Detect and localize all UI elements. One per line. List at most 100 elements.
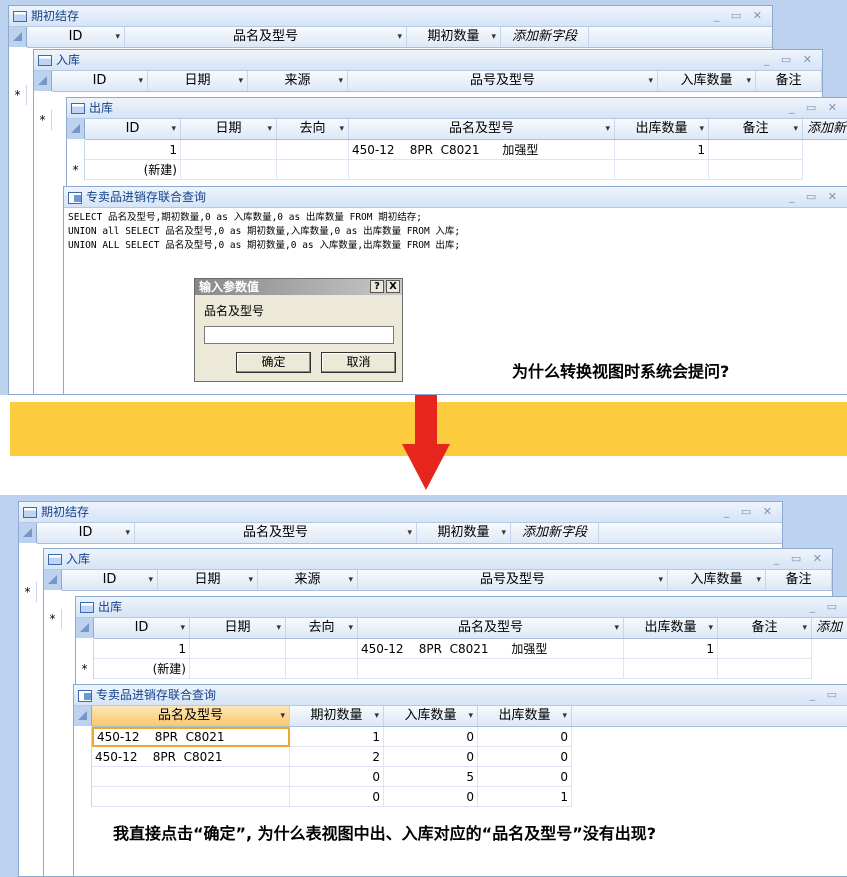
- window-titlebar[interactable]: 期初结存 _ ▭ ✕: [19, 502, 782, 523]
- col-header-spec[interactable]: 品名及型号 ▾: [358, 618, 624, 638]
- col-header-opening-qty[interactable]: 期初数量 ▾: [417, 523, 511, 543]
- parameter-input[interactable]: [204, 326, 394, 344]
- cell-inbound-qty[interactable]: 5: [384, 767, 478, 787]
- window-controls[interactable]: _ ▭ ✕: [724, 502, 776, 522]
- col-header-spec[interactable]: 品名及型号 ▾: [92, 706, 290, 726]
- cell-new-record[interactable]: (新建): [85, 160, 181, 180]
- window-titlebar[interactable]: 出库 _ ▭: [76, 597, 847, 618]
- col-header-outbound-qty[interactable]: 出库数量 ▾: [615, 119, 709, 139]
- col-header-inbound-qty[interactable]: 入库数量 ▾: [668, 570, 766, 590]
- cell-spec[interactable]: 450-12 8PR C8021 加强型: [349, 140, 615, 160]
- cell-spec[interactable]: 450-12 8PR C8021: [92, 747, 290, 767]
- cell-new-record[interactable]: (新建): [94, 659, 190, 679]
- sql-editor[interactable]: SELECT 品名及型号,期初数量,0 as 入库数量,0 as 出库数量 FR…: [68, 211, 460, 253]
- col-header-inbound-qty[interactable]: 入库数量 ▾: [384, 706, 478, 726]
- cell-outbound-qty[interactable]: 0: [478, 767, 572, 787]
- window-controls[interactable]: _ ▭ ✕: [764, 50, 816, 70]
- col-header-add-field[interactable]: 添加新字段: [501, 27, 589, 47]
- select-all-corner[interactable]: [44, 570, 62, 590]
- cell-opening-qty[interactable]: 2: [290, 747, 384, 767]
- col-header-id[interactable]: ID ▾: [37, 523, 135, 543]
- cell-spec[interactable]: [92, 767, 290, 787]
- window-controls[interactable]: _ ▭ ✕: [789, 98, 841, 118]
- col-header-spec[interactable]: 品名及型号 ▾: [135, 523, 417, 543]
- cell-note[interactable]: [718, 639, 812, 659]
- window-controls[interactable]: _ ▭ ✕: [774, 549, 826, 569]
- col-header-add-field[interactable]: 添加新: [803, 119, 847, 139]
- col-header-date[interactable]: 日期 ▾: [148, 71, 248, 91]
- cell-destination[interactable]: [277, 160, 349, 180]
- col-header-date[interactable]: 日期 ▾: [181, 119, 277, 139]
- cell-spec[interactable]: 450-12 8PR C8021 加强型: [358, 639, 624, 659]
- col-header-opening-qty[interactable]: 期初数量 ▾: [407, 27, 501, 47]
- cell-opening-qty[interactable]: 1: [290, 727, 384, 747]
- col-header-outbound-qty[interactable]: 出库数量 ▾: [478, 706, 572, 726]
- cell-date[interactable]: [190, 639, 286, 659]
- cell-inbound-qty[interactable]: 0: [384, 727, 478, 747]
- window-controls[interactable]: _ ▭ ✕: [789, 187, 841, 207]
- cell-outbound-qty[interactable]: 0: [478, 727, 572, 747]
- select-all-corner[interactable]: [67, 119, 85, 139]
- row-selector[interactable]: [74, 727, 92, 747]
- cell-outbound-qty[interactable]: [624, 659, 718, 679]
- cell-inbound-qty[interactable]: 0: [384, 787, 478, 807]
- col-header-spec[interactable]: 品名及型号 ▾: [125, 27, 407, 47]
- col-header-id[interactable]: ID ▾: [27, 27, 125, 47]
- row-selector[interactable]: [74, 767, 92, 787]
- window-titlebar[interactable]: 入库 _ ▭ ✕: [44, 549, 832, 570]
- cell-outbound-qty[interactable]: 0: [478, 747, 572, 767]
- select-all-corner[interactable]: [34, 71, 52, 91]
- col-header-opening-qty[interactable]: 期初数量 ▾: [290, 706, 384, 726]
- col-header-inbound-qty[interactable]: 入库数量 ▾: [658, 71, 756, 91]
- col-header-date[interactable]: 日期 ▾: [190, 618, 286, 638]
- window-controls[interactable]: _ ▭: [810, 597, 841, 617]
- cell-spec[interactable]: [92, 787, 290, 807]
- help-icon[interactable]: ?: [370, 280, 384, 293]
- cancel-button[interactable]: 取消: [321, 352, 396, 373]
- col-header-id[interactable]: ID ▾: [52, 71, 148, 91]
- cell-inbound-qty[interactable]: 0: [384, 747, 478, 767]
- window-controls[interactable]: _ ▭: [810, 685, 841, 705]
- cell-date[interactable]: [190, 659, 286, 679]
- cell-opening-qty[interactable]: 0: [290, 787, 384, 807]
- cell-date[interactable]: [181, 140, 277, 160]
- col-header-note[interactable]: 备注 ▾: [718, 618, 812, 638]
- col-header-note[interactable]: 备注: [756, 71, 822, 91]
- col-header-spec[interactable]: 品号及型号 ▾: [348, 71, 658, 91]
- col-header-date[interactable]: 日期 ▾: [158, 570, 258, 590]
- col-header-note[interactable]: 备注 ▾: [709, 119, 803, 139]
- cell-destination[interactable]: [286, 659, 358, 679]
- cell-outbound-qty[interactable]: 1: [615, 140, 709, 160]
- col-header-spec[interactable]: 品号及型号 ▾: [358, 570, 668, 590]
- cell-destination[interactable]: [277, 140, 349, 160]
- cell-note[interactable]: [709, 160, 803, 180]
- col-header-source[interactable]: 来源 ▾: [248, 71, 348, 91]
- window-titlebar[interactable]: 专卖品进销存联合查询 _ ▭: [74, 685, 847, 706]
- col-header-destination[interactable]: 去向 ▾: [277, 119, 349, 139]
- cell-note[interactable]: [718, 659, 812, 679]
- parameter-dialog[interactable]: 输入参数值 ? X 品名及型号 确定 取消: [194, 278, 403, 382]
- cell-date[interactable]: [181, 160, 277, 180]
- col-header-spec[interactable]: 品名及型号 ▾: [349, 119, 615, 139]
- window-controls[interactable]: _ ▭ ✕: [714, 6, 766, 26]
- col-header-source[interactable]: 来源 ▾: [258, 570, 358, 590]
- row-selector[interactable]: [74, 787, 92, 807]
- select-all-corner[interactable]: [9, 27, 27, 47]
- cell-note[interactable]: [709, 140, 803, 160]
- window-titlebar[interactable]: 出库 _ ▭ ✕: [67, 98, 847, 119]
- query-window-datasheet-view[interactable]: 专卖品进销存联合查询 _ ▭ 品名及型号 ▾ 期初数量 ▾ 入库数量 ▾ 出库数量 ▾ 4…: [73, 684, 847, 877]
- window-titlebar[interactable]: 专卖品进销存联合查询 _ ▭ ✕: [64, 187, 847, 208]
- select-all-corner[interactable]: [74, 706, 92, 726]
- select-all-corner[interactable]: [76, 618, 94, 638]
- cell-outbound-qty[interactable]: 1: [478, 787, 572, 807]
- cell-spec[interactable]: [349, 160, 615, 180]
- col-header-add-field[interactable]: 添加: [812, 618, 847, 638]
- cell-id[interactable]: 1: [85, 140, 181, 160]
- col-header-note[interactable]: 备注: [766, 570, 832, 590]
- cell-outbound-qty[interactable]: 1: [624, 639, 718, 659]
- query-window-sql-view[interactable]: 专卖品进销存联合查询 _ ▭ ✕ SELECT 品名及型号,期初数量,0 as 入…: [63, 186, 847, 395]
- select-all-corner[interactable]: [19, 523, 37, 543]
- col-header-destination[interactable]: 去向 ▾: [286, 618, 358, 638]
- row-selector[interactable]: [76, 639, 94, 659]
- row-selector[interactable]: [67, 140, 85, 160]
